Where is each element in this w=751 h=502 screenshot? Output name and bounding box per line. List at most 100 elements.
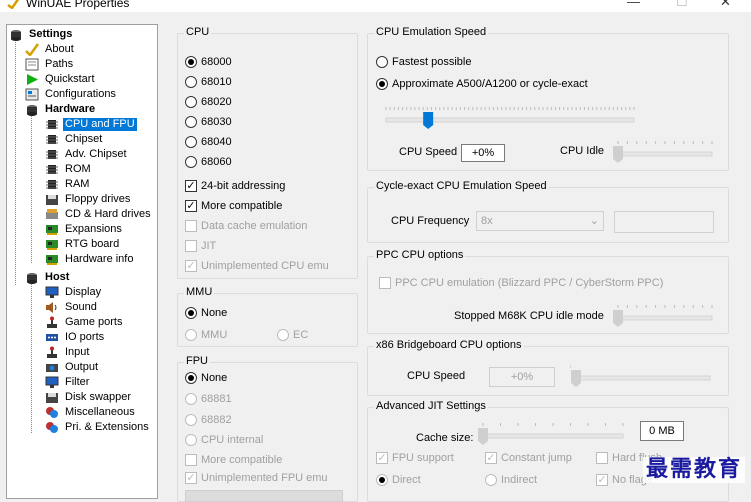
cpu-frequency-select[interactable]: 8x ⌄ [476, 211, 604, 231]
expansion-card-icon [45, 238, 59, 251]
x86-cpu-speed-label: CPU Speed [407, 370, 466, 382]
monitor-icon [45, 286, 59, 299]
tree-gameports[interactable]: Game ports [45, 315, 124, 330]
addr24-checkbox[interactable]: ✓ 24-bit addressing [185, 180, 285, 192]
tree-hardware[interactable]: Hardware [25, 102, 97, 117]
mmu-radio[interactable]: MMU [185, 329, 227, 341]
tree-about[interactable]: About [25, 42, 76, 57]
fastest-radio[interactable]: Fastest possible [376, 56, 471, 68]
cpu-radio-68020[interactable]: 68020 [185, 96, 232, 108]
floppy-icon [45, 391, 59, 404]
title-bar: WinUAE Properties — ☐ ✕ [0, 0, 751, 12]
fpu-68881-radio[interactable]: 68881 [185, 393, 232, 405]
check-icon: ✓ [185, 260, 197, 272]
tree-cpu-fpu[interactable]: CPU and FPU [45, 117, 137, 132]
expansion-card-icon [45, 223, 59, 236]
tree-input[interactable]: Input [45, 345, 91, 360]
tree-sound[interactable]: Sound [45, 300, 99, 315]
check-icon: ✓ [185, 200, 197, 212]
tree-floppy[interactable]: Floppy drives [45, 192, 132, 207]
check-icon: ✓ [376, 452, 388, 464]
fpu-internal-radio[interactable]: CPU internal [185, 434, 263, 446]
tree-output[interactable]: Output [45, 360, 100, 375]
tree-quickstart[interactable]: Quickstart [25, 72, 97, 87]
cpu-radio-68030[interactable]: 68030 [185, 116, 232, 128]
cpu-frequency-field[interactable] [614, 211, 714, 233]
tree-ioports[interactable]: IO ports [45, 330, 106, 345]
unimpl-fpu-checkbox[interactable]: ✓ Unimplemented FPU emu [185, 472, 328, 484]
data-cache-checkbox[interactable]: Data cache emulation [185, 220, 307, 232]
tree-rom[interactable]: ROM [45, 162, 93, 177]
minimize-button[interactable]: — [627, 0, 640, 9]
tree-cd-hard[interactable]: CD & Hard drives [45, 207, 153, 222]
tree-settings[interactable]: Settings [9, 27, 74, 42]
checkmark-icon [25, 43, 40, 57]
joystick-icon [45, 346, 59, 359]
tree-pri-extensions[interactable]: Pri. & Extensions [45, 420, 151, 435]
cpu-radio-68060[interactable]: 68060 [185, 156, 232, 168]
x86-speed-slider-graphic [570, 365, 711, 387]
expansion-card-icon [45, 253, 59, 266]
fpu-more-compatible-checkbox[interactable]: More compatible [185, 454, 282, 466]
more-compatible-checkbox[interactable]: ✓ More compatible [185, 200, 282, 212]
maximize-button[interactable]: ☐ [676, 0, 688, 10]
cpu-radio-68000[interactable]: 68000 [185, 56, 232, 68]
indirect-radio[interactable]: Indirect [485, 474, 537, 486]
fpu-68882-radio[interactable]: 68882 [185, 414, 232, 426]
unimpl-cpu-checkbox[interactable]: ✓ Unimplemented CPU emu [185, 260, 329, 272]
slider-thumb [613, 310, 623, 327]
mmu-ec-radio[interactable]: EC [277, 329, 308, 341]
chip-icon [45, 163, 59, 176]
constant-jump-checkbox[interactable]: ✓ Constant jump [485, 452, 572, 464]
check-icon: ✓ [185, 180, 197, 192]
drive-icon [45, 208, 59, 221]
fpu-bottom-field [185, 490, 343, 502]
tree-adv-chipset[interactable]: Adv. Chipset [45, 147, 129, 162]
settings-tree[interactable]: Settings About Paths Quickstart Configur… [6, 24, 158, 499]
tree-rtg[interactable]: RTG board [45, 237, 121, 252]
ppc-emulation-checkbox[interactable]: PPC CPU emulation (Blizzard PPC / CyberS… [379, 277, 663, 289]
tree-paths[interactable]: Paths [25, 57, 75, 72]
cache-size-value[interactable]: 0 MB [640, 421, 684, 441]
jit-group-label: Advanced JIT Settings [374, 400, 488, 412]
watermark: 最需教育 [642, 457, 745, 483]
tree-display[interactable]: Display [45, 285, 103, 300]
tree-hwinfo[interactable]: Hardware info [45, 252, 135, 267]
port-icon [45, 331, 59, 344]
tree-host[interactable]: Host [25, 270, 71, 285]
cpu-speed-slider-graphic [385, 107, 635, 129]
cpu-radio-68010[interactable]: 68010 [185, 76, 232, 88]
check-icon: ✓ [596, 474, 608, 486]
joystick-icon [45, 316, 59, 329]
cpu-speed-label: CPU Speed [399, 146, 458, 158]
cache-size-slider-graphic [478, 423, 624, 445]
fpu-none-radio[interactable]: None [185, 372, 227, 384]
app-icon [7, 0, 20, 9]
stopped-idle-label: Stopped M68K CPU idle mode [454, 310, 604, 322]
tree-configurations[interactable]: Configurations [25, 87, 118, 102]
chevron-down-icon: ⌄ [589, 215, 599, 227]
tree-filter[interactable]: Filter [45, 375, 91, 390]
jit-checkbox[interactable]: JIT [185, 240, 216, 252]
tree-diskswapper[interactable]: Disk swapper [45, 390, 133, 405]
chip-icon [45, 178, 59, 191]
chip-icon [45, 118, 59, 131]
tree-misc[interactable]: Miscellaneous [45, 405, 137, 420]
x86-cpu-speed-value[interactable]: +0% [489, 367, 555, 387]
check-icon: ✓ [485, 452, 497, 464]
check-icon: ✓ [185, 472, 197, 484]
close-button[interactable]: ✕ [720, 0, 731, 10]
speed-group-label: CPU Emulation Speed [374, 26, 489, 38]
direct-radio[interactable]: Direct [376, 474, 421, 486]
slider-thumb [478, 428, 488, 445]
tree-chipset[interactable]: Chipset [45, 132, 104, 147]
cpu-radio-68040[interactable]: 68040 [185, 136, 232, 148]
tree-ram[interactable]: RAM [45, 177, 91, 192]
approx-radio[interactable]: Approximate A500/A1200 or cycle-exact [376, 78, 588, 90]
cpu-speed-value[interactable]: +0% [461, 144, 505, 162]
tree-expansions[interactable]: Expansions [45, 222, 124, 237]
fpu-support-checkbox[interactable]: ✓ FPU support [376, 452, 454, 464]
monitor-icon [45, 376, 59, 389]
host-folder-icon [25, 271, 39, 284]
mmu-none-radio[interactable]: None [185, 307, 227, 319]
